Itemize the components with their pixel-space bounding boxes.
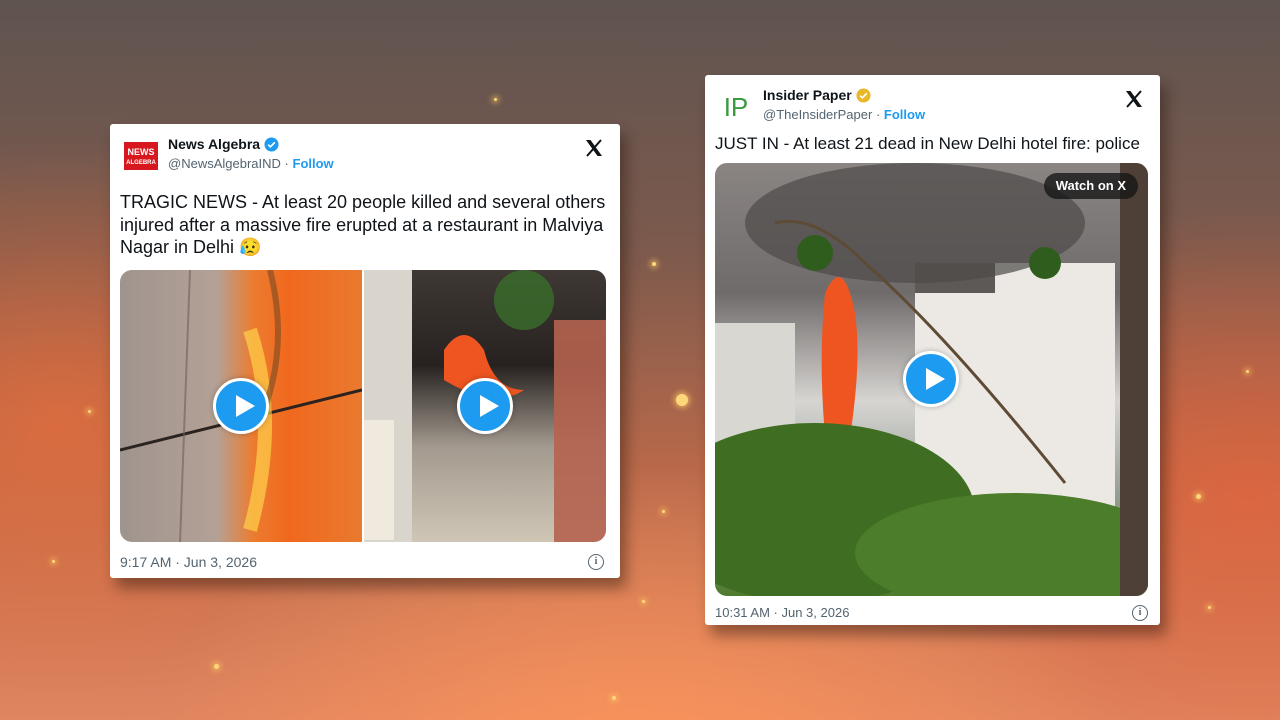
video-thumbnail-right[interactable] (364, 270, 606, 542)
verified-badge-icon (264, 136, 279, 152)
video-thumbnail-left[interactable] (120, 270, 362, 542)
separator: · (875, 107, 881, 122)
follow-button[interactable]: Follow (884, 107, 925, 122)
verified-badge-icon (856, 87, 871, 103)
watch-on-x-button[interactable]: Watch on X (1043, 173, 1138, 199)
play-icon[interactable] (903, 351, 959, 407)
video-thumbnail[interactable]: Watch on X (715, 163, 1148, 596)
info-icon[interactable]: i (588, 554, 604, 570)
tweet-text: JUST IN - At least 21 dead in New Delhi … (715, 134, 1140, 153)
follow-button[interactable]: Follow (293, 156, 334, 171)
author-name[interactable]: Insider Paper (763, 87, 852, 103)
separator: · (284, 156, 289, 171)
tweet-card-news-algebra: NEWS ALGEBRA News Algebra @NewsAlgebraIN… (110, 124, 620, 578)
play-icon[interactable] (457, 378, 513, 434)
tweet-header: NEWS ALGEBRA News Algebra @NewsAlgebraIN… (120, 134, 610, 178)
x-logo-icon[interactable] (584, 138, 604, 158)
info-icon[interactable]: i (1132, 605, 1148, 621)
tweet-header: IP Insider Paper @TheInsiderPaper · Foll… (715, 85, 1150, 129)
svg-text:ALGEBRA: ALGEBRA (126, 160, 156, 166)
media-grid (120, 270, 606, 542)
tweet-timestamp[interactable]: 10:31 AM · Jun 3, 2026 (715, 605, 849, 620)
author-handle[interactable]: @NewsAlgebraIND (168, 156, 281, 171)
tweet-card-insider-paper: IP Insider Paper @TheInsiderPaper · Foll… (705, 75, 1160, 625)
avatar[interactable]: NEWS ALGEBRA (124, 138, 158, 172)
author-handle[interactable]: @TheInsiderPaper (763, 107, 872, 122)
author-name[interactable]: News Algebra (168, 136, 260, 152)
avatar[interactable]: IP (719, 89, 753, 123)
x-logo-icon[interactable] (1124, 89, 1144, 109)
svg-text:IP: IP (724, 92, 749, 122)
tweet-timestamp[interactable]: 9:17 AM · Jun 3, 2026 (120, 554, 257, 570)
play-icon[interactable] (213, 378, 269, 434)
tweet-text: TRAGIC NEWS - At least 20 people killed … (120, 192, 606, 257)
svg-text:NEWS: NEWS (128, 147, 155, 157)
